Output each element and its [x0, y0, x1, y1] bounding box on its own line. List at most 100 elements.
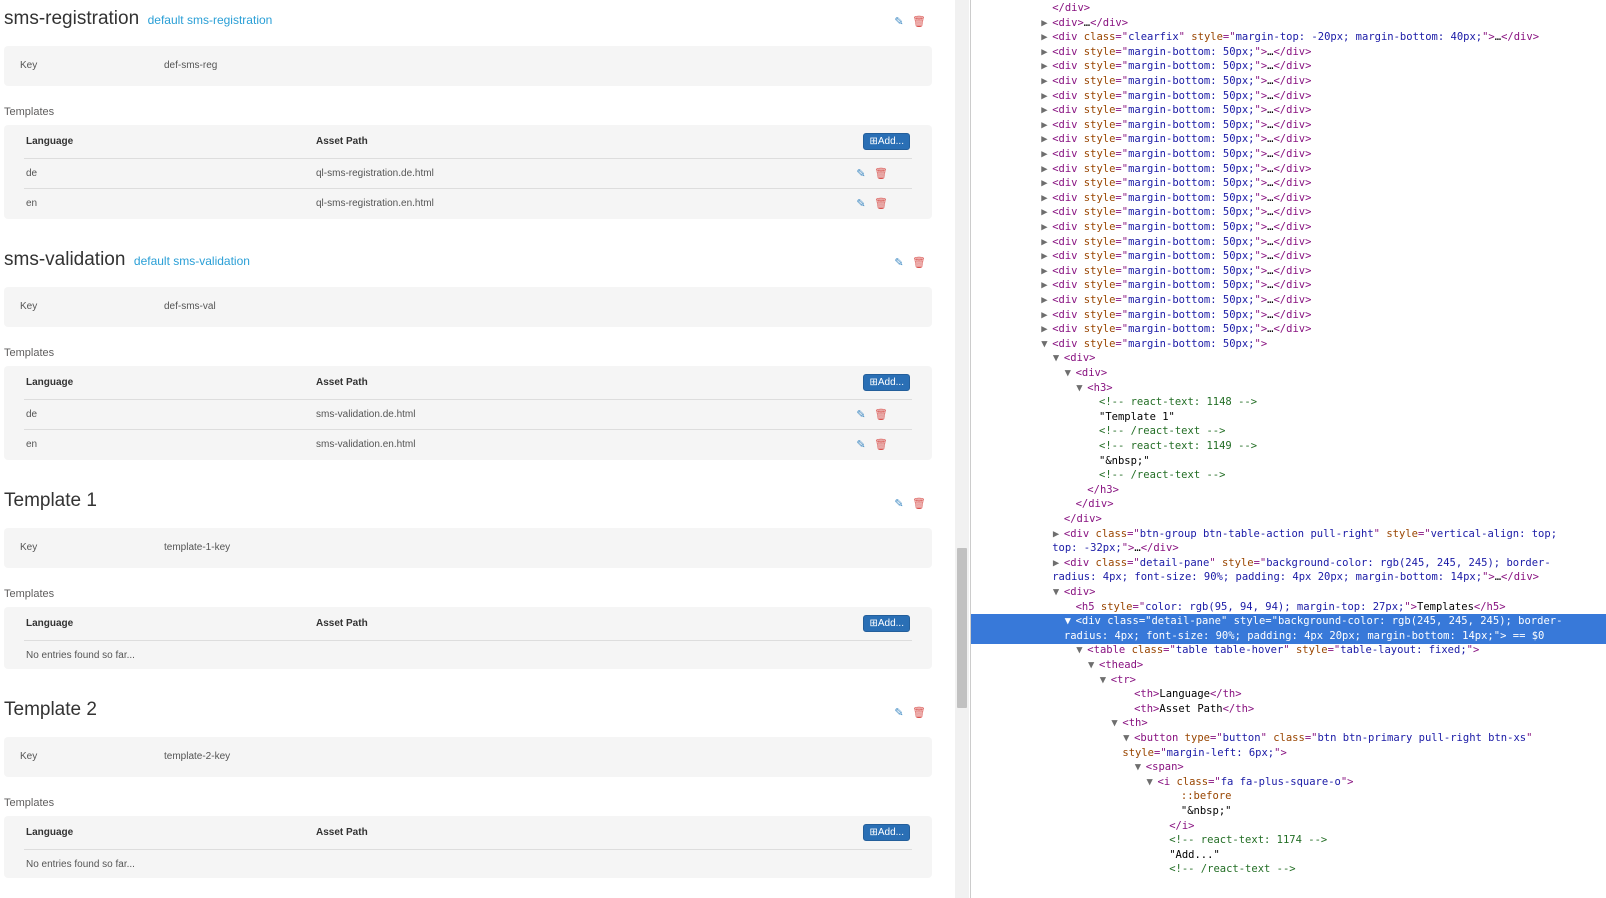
dom-node-line[interactable]: <!-- react-text: 1148 --> [1088, 395, 1257, 410]
dom-node-line[interactable]: <th>Language</th> [1123, 687, 1241, 702]
dom-node-line[interactable]: <!-- /react-text --> [1088, 468, 1225, 483]
dom-node-line[interactable]: ▶ <div>…</div> [1041, 16, 1128, 31]
collapse-arrow-icon[interactable]: ▼ [1053, 351, 1064, 366]
dom-node-line[interactable]: ▶ <div class="detail-pane" style="backgro… [1053, 556, 1551, 571]
dom-node-line[interactable]: <!-- /react-text --> [1158, 862, 1295, 877]
add-template-button[interactable]: ⊞Add... [863, 133, 910, 150]
add-template-button[interactable]: ⊞Add... [863, 374, 910, 391]
dom-node-line[interactable]: ▶ <div style="margin-bottom: 50px;">…</di… [1041, 176, 1311, 191]
trash-icon[interactable]: 🗑 [912, 256, 926, 269]
dom-node-line[interactable]: ▶ <div style="margin-bottom: 50px;">…</di… [1041, 132, 1311, 147]
table-row[interactable]: de ql-sms-registration.de.html ✎ 🗑 [24, 158, 912, 189]
dom-node-line[interactable]: ▼ <thead> [1088, 658, 1143, 673]
dom-node-line[interactable]: ▼ <h3> [1076, 381, 1112, 396]
expand-arrow-icon[interactable]: ▶ [1041, 59, 1052, 74]
edit-icon[interactable]: ✎ [854, 438, 868, 451]
expand-arrow-icon[interactable]: ▶ [1041, 147, 1052, 162]
dom-node-line[interactable]: <th>Asset Path</th> [1123, 702, 1254, 717]
collapse-arrow-icon[interactable]: ▼ [1041, 337, 1052, 352]
dom-node-line[interactable]: radius: 4px; font-size: 90%; padding: 4p… [1053, 629, 1544, 644]
trash-icon[interactable]: 🗑 [874, 438, 888, 451]
trash-icon[interactable]: 🗑 [874, 408, 888, 421]
dom-node-line[interactable]: ::before [1170, 789, 1232, 804]
dom-node-line[interactable]: ▶ <div style="margin-bottom: 50px;">…</di… [1041, 264, 1311, 279]
edit-icon[interactable]: ✎ [854, 197, 868, 210]
dom-node-line[interactable]: ▼ <button type="button" class="btn btn-pr… [1123, 731, 1532, 746]
dom-node-line[interactable]: ▶ <div style="margin-bottom: 50px;">…</di… [1041, 89, 1311, 104]
dom-node-line[interactable]: ▶ <div class="clearfix" style="margin-top… [1041, 30, 1539, 45]
edit-icon[interactable]: ✎ [892, 15, 906, 28]
expand-arrow-icon[interactable]: ▶ [1041, 89, 1052, 104]
dom-node-line[interactable]: ▶ <div style="margin-bottom: 50px;">…</di… [1041, 293, 1311, 308]
dom-node-line[interactable]: top: -32px;">…</div> [1041, 541, 1178, 556]
expand-arrow-icon[interactable]: ▶ [1041, 45, 1052, 60]
dom-node-line[interactable]: ▼ <tr> [1100, 673, 1136, 688]
dom-node-line[interactable]: <!-- /react-text --> [1088, 424, 1225, 439]
table-row[interactable]: de sms-validation.de.html ✎ 🗑 [24, 399, 912, 430]
dom-node-line[interactable]: ▼ <table class="table table-hover" style=… [1076, 643, 1479, 658]
collapse-arrow-icon[interactable]: ▼ [1076, 381, 1087, 396]
table-row[interactable]: en sms-validation.en.html ✎ 🗑 [24, 430, 912, 460]
collapse-arrow-icon[interactable]: ▼ [1065, 366, 1076, 381]
expand-arrow-icon[interactable]: ▶ [1041, 103, 1052, 118]
dom-node-line[interactable]: ▶ <div style="margin-bottom: 50px;">…</di… [1041, 74, 1311, 89]
table-row[interactable]: en ql-sms-registration.en.html ✎ 🗑 [24, 189, 912, 219]
dom-node-line[interactable]: ▶ <div style="margin-bottom: 50px;">…</di… [1041, 308, 1311, 323]
edit-icon[interactable]: ✎ [892, 706, 906, 719]
expand-arrow-icon[interactable]: ▶ [1041, 191, 1052, 206]
collapse-arrow-icon[interactable]: ▼ [1123, 731, 1134, 746]
expand-arrow-icon[interactable]: ▶ [1041, 249, 1052, 264]
dom-node-line[interactable]: <!-- react-text: 1174 --> [1158, 833, 1327, 848]
dom-node-line[interactable]: ▶ <div style="margin-bottom: 50px;">…</di… [1041, 59, 1311, 74]
dom-node-line[interactable]: ▶ <div style="margin-bottom: 50px;">…</di… [1041, 191, 1311, 206]
edit-icon[interactable]: ✎ [892, 497, 906, 510]
edit-icon[interactable]: ✎ [892, 256, 906, 269]
expand-arrow-icon[interactable]: ▶ [1041, 264, 1052, 279]
expand-arrow-icon[interactable]: ▶ [1041, 132, 1052, 147]
dom-node-line[interactable]: <!-- react-text: 1149 --> [1088, 439, 1257, 454]
collapse-arrow-icon[interactable]: ▼ [1065, 614, 1076, 629]
dom-node-line[interactable]: ▼ <span> [1135, 760, 1184, 775]
dom-node-line[interactable]: </div> [1065, 497, 1114, 512]
trash-icon[interactable]: 🗑 [912, 497, 926, 510]
dom-node-line[interactable]: ▶ <div style="margin-bottom: 50px;">…</di… [1041, 118, 1311, 133]
expand-arrow-icon[interactable]: ▶ [1053, 527, 1064, 542]
dom-node-line[interactable]: ▶ <div style="margin-bottom: 50px;">…</di… [1041, 322, 1311, 337]
expand-arrow-icon[interactable]: ▶ [1041, 162, 1052, 177]
trash-icon[interactable]: 🗑 [874, 167, 888, 180]
add-template-button[interactable]: ⊞Add... [863, 615, 910, 632]
expand-arrow-icon[interactable]: ▶ [1041, 308, 1052, 323]
trash-icon[interactable]: 🗑 [912, 15, 926, 28]
dom-node-line[interactable]: <h5 style="color: rgb(95, 94, 94); margi… [1065, 600, 1506, 615]
dom-node-line[interactable]: </h3> [1076, 483, 1119, 498]
dom-node-line[interactable]: </div> [1053, 512, 1102, 527]
dom-node-line[interactable]: style="margin-left: 6px;"> [1111, 746, 1286, 761]
expand-arrow-icon[interactable]: ▶ [1041, 118, 1052, 133]
dom-node-line[interactable]: ▼ <i class="fa fa-plus-square-o"> [1147, 775, 1354, 790]
expand-arrow-icon[interactable]: ▶ [1041, 30, 1052, 45]
expand-arrow-icon[interactable]: ▶ [1041, 235, 1052, 250]
expand-arrow-icon[interactable]: ▶ [1041, 322, 1052, 337]
dom-node-line[interactable]: ▶ <div style="margin-bottom: 50px;">…</di… [1041, 205, 1311, 220]
dom-node-line[interactable]: radius: 4px; font-size: 90%; padding: 4p… [1041, 570, 1539, 585]
dom-node-line[interactable]: </div> [1041, 1, 1090, 16]
dom-node-line[interactable]: ▼ <div class="detail-pane" style="backgro… [1065, 614, 1563, 629]
expand-arrow-icon[interactable]: ▶ [1041, 220, 1052, 235]
scrollbar[interactable] [955, 0, 969, 898]
scrollbar-thumb[interactable] [957, 548, 967, 708]
expand-arrow-icon[interactable]: ▶ [1053, 556, 1064, 571]
expand-arrow-icon[interactable]: ▶ [1041, 74, 1052, 89]
expand-arrow-icon[interactable]: ▶ [1041, 176, 1052, 191]
edit-icon[interactable]: ✎ [854, 408, 868, 421]
dom-node-line[interactable]: ▶ <div style="margin-bottom: 50px;">…</di… [1041, 45, 1311, 60]
expand-arrow-icon[interactable]: ▶ [1041, 293, 1052, 308]
dom-node-line[interactable]: ▶ <div style="margin-bottom: 50px;">…</di… [1041, 103, 1311, 118]
dom-node-line[interactable]: ▼ <div> [1053, 585, 1096, 600]
collapse-arrow-icon[interactable]: ▼ [1135, 760, 1146, 775]
add-template-button[interactable]: ⊞Add... [863, 824, 910, 841]
dom-node-line[interactable]: "&nbsp;" [1088, 454, 1150, 469]
dom-node-line[interactable]: ▶ <div class="btn-group btn-table-action … [1053, 527, 1557, 542]
dom-node-line[interactable]: ▼ <div> [1053, 351, 1096, 366]
dom-node-line[interactable]: "&nbsp;" [1170, 804, 1232, 819]
expand-arrow-icon[interactable]: ▶ [1041, 278, 1052, 293]
